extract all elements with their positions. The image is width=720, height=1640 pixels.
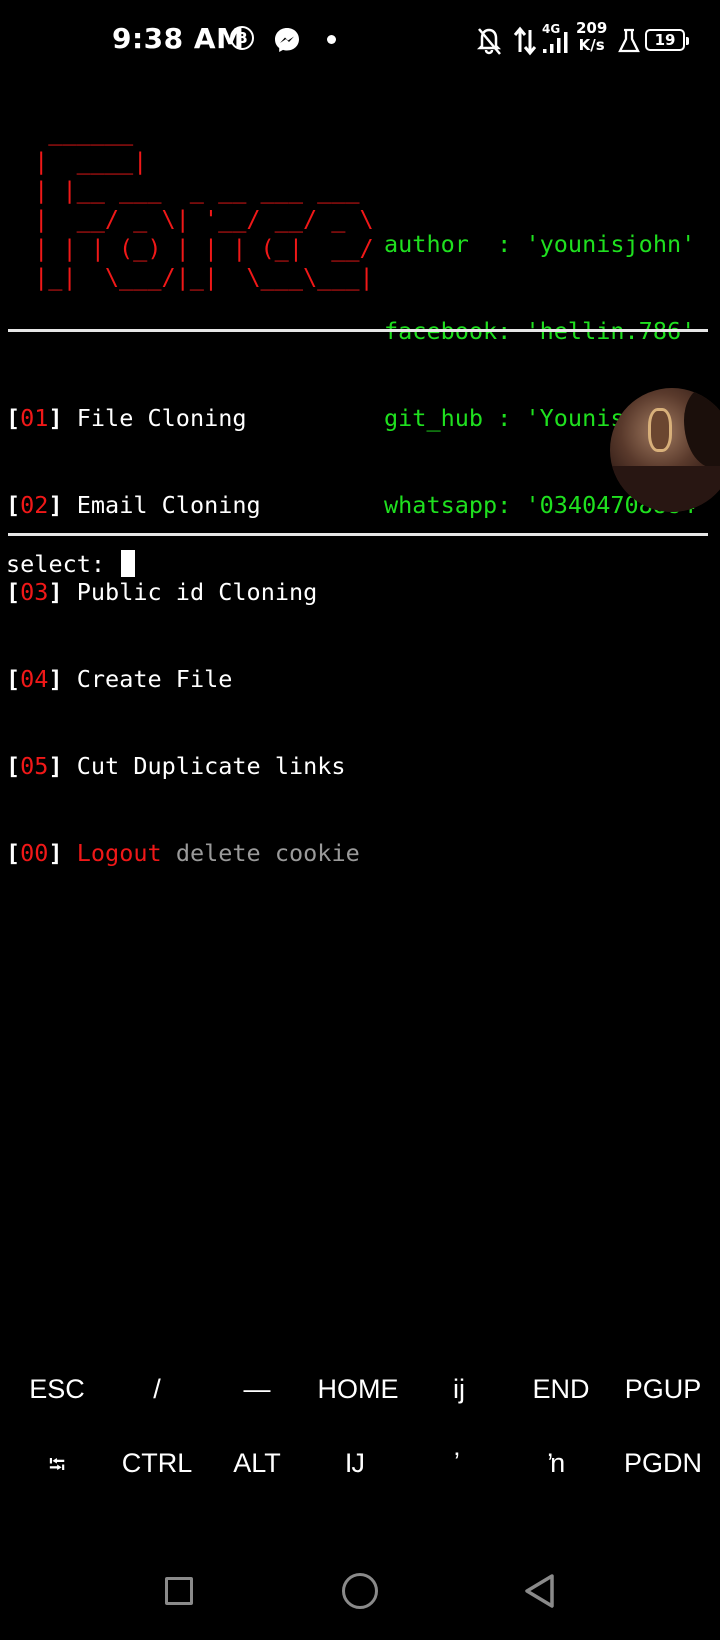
key-apostrophe[interactable]: ʼ xyxy=(407,1448,507,1479)
net-speed: 209 K/s xyxy=(576,20,607,54)
signal-icon xyxy=(543,32,568,53)
key-pgup[interactable]: PGUP xyxy=(613,1374,713,1405)
menu-item-logout: [00] Logout delete cookie xyxy=(6,839,360,867)
avatar-earring xyxy=(648,408,672,452)
status-bar: 9:38 AM B 4G 209 K/s 19 xyxy=(0,0,720,80)
menu-label: Public id Cloning xyxy=(76,578,318,606)
author-info: author : 'younisjohn' facebook: 'hellin.… xyxy=(384,172,709,578)
key-alt[interactable]: ALT xyxy=(207,1448,307,1479)
net-speed-unit: K/s xyxy=(578,36,605,54)
floating-chat-head-avatar[interactable] xyxy=(610,388,720,512)
data-arrows-icon xyxy=(513,26,537,56)
menu-number: 01 xyxy=(20,404,49,432)
main-menu: [01] File Cloning [02] Email Cloning [03… xyxy=(6,346,360,926)
info-author: author : 'younisjohn' xyxy=(384,230,696,258)
avatar-clothing xyxy=(610,466,720,512)
home-icon[interactable] xyxy=(342,1573,378,1609)
menu-number: 03 xyxy=(20,578,49,606)
battery-icon: 19 xyxy=(645,29,689,51)
recent-apps-icon[interactable] xyxy=(165,1577,193,1605)
key-ij-ligature[interactable]: Ĳ xyxy=(305,1448,405,1479)
menu-label: Cut Duplicate links xyxy=(76,752,346,780)
text-cursor xyxy=(121,550,136,577)
divider-top xyxy=(8,329,708,332)
menu-item-cut-duplicate-links: [05] Cut Duplicate links xyxy=(6,752,346,780)
key-ctrl[interactable]: CTRL xyxy=(107,1448,207,1479)
menu-item-create-file: [04] Create File xyxy=(6,665,233,693)
messenger-icon xyxy=(275,28,299,52)
status-time: 9:38 AM xyxy=(112,22,245,55)
menu-item-file-cloning: [01] File Cloning xyxy=(6,404,247,432)
key-dash[interactable]: — xyxy=(207,1374,307,1405)
menu-number: 04 xyxy=(20,665,49,693)
prompt-label: select: xyxy=(6,550,120,578)
key-ij[interactable]: ij xyxy=(409,1374,509,1405)
menu-number: 02 xyxy=(20,491,49,519)
key-tab[interactable]: ⭾ xyxy=(7,1448,107,1486)
key-home[interactable]: HOME xyxy=(308,1374,408,1405)
banner-ascii-art: ______ | ____| | |__ ___ _ __ ___ ___ | … xyxy=(34,118,374,291)
battery-level: 19 xyxy=(654,31,676,49)
menu-label: Logout xyxy=(76,839,162,867)
menu-label: Create File xyxy=(76,665,233,693)
menu-item-public-id-cloning: [03] Public id Cloning xyxy=(6,578,318,606)
key-pgdn[interactable]: PGDN xyxy=(613,1448,713,1479)
menu-label: Email Cloning xyxy=(76,491,261,519)
menu-label-extra: delete cookie xyxy=(175,839,360,867)
menu-number: 00 xyxy=(20,839,49,867)
menu-item-email-cloning: [02] Email Cloning xyxy=(6,491,261,519)
lab-flask-icon xyxy=(618,28,640,53)
avatar-hair xyxy=(684,388,720,468)
key-slash[interactable]: / xyxy=(107,1374,207,1405)
b-badge-icon: B xyxy=(230,26,254,50)
select-prompt[interactable]: select: xyxy=(6,550,136,579)
bell-off-icon xyxy=(476,28,502,55)
menu-number: 05 xyxy=(20,752,49,780)
divider-bottom xyxy=(8,533,708,536)
notification-dot-icon xyxy=(327,35,336,44)
key-n-apostrophe[interactable]: ŉ xyxy=(507,1448,607,1479)
key-esc[interactable]: ESC xyxy=(7,1374,107,1405)
key-end[interactable]: END xyxy=(511,1374,611,1405)
back-icon[interactable] xyxy=(523,1573,557,1609)
menu-label: File Cloning xyxy=(76,404,247,432)
net-speed-value: 209 xyxy=(576,19,608,37)
